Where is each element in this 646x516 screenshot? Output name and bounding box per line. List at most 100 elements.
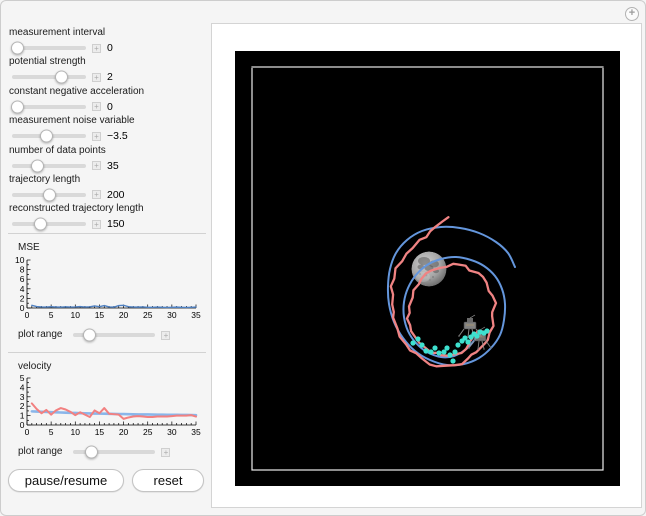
slider-input-toggle-icon[interactable]: + <box>92 102 101 112</box>
slider-label: constant negative acceleration <box>9 85 145 97</box>
measurement-dot <box>452 349 458 355</box>
svg-text:0: 0 <box>20 420 25 430</box>
slider-label: potential strength <box>9 56 86 68</box>
slider-label: measurement interval <box>9 27 106 38</box>
slider-input-toggle-icon[interactable]: + <box>92 131 101 141</box>
measurement-dot <box>484 328 490 334</box>
slider-control: measurement interval +0 <box>8 27 208 56</box>
svg-text:20: 20 <box>119 427 129 437</box>
slider-label: reconstructed trajectory length <box>9 203 144 215</box>
svg-text:6: 6 <box>20 274 25 284</box>
svg-text:0: 0 <box>25 427 30 437</box>
slider-input-toggle-icon[interactable]: + <box>92 161 101 171</box>
pause-resume-button[interactable]: pause/resume <box>8 468 124 492</box>
slider-label: trajectory length <box>9 173 81 185</box>
slider-thumb[interactable] <box>30 159 44 173</box>
slider-track[interactable] <box>11 100 86 114</box>
measurement-dot <box>465 339 471 345</box>
slider-label: measurement noise variable <box>9 115 135 127</box>
slider-input-toggle-icon[interactable]: + <box>92 72 101 82</box>
control-sidebar: measurement interval +0 potential strength… <box>8 1 208 492</box>
slider-value: 150 <box>107 218 125 231</box>
svg-text:25: 25 <box>143 427 153 437</box>
slider-thumb[interactable] <box>85 445 99 459</box>
svg-text:30: 30 <box>167 427 177 437</box>
slider-thumb[interactable] <box>83 328 97 342</box>
measurement-dot <box>419 342 425 348</box>
svg-text:5: 5 <box>20 374 25 383</box>
measurement-dot <box>410 340 416 346</box>
svg-text:8: 8 <box>20 264 25 274</box>
slider-control: reconstructed trajectory length +150 <box>8 203 208 232</box>
slider-thumb[interactable] <box>55 70 69 84</box>
slider-input-toggle-icon[interactable]: + <box>92 219 101 229</box>
slider-thumb[interactable] <box>43 188 57 202</box>
slider-control: measurement noise variable + −3.5 <box>8 115 208 144</box>
manipulate-menu-plus-icon[interactable]: + <box>625 7 639 21</box>
mse-chart-title: MSE <box>18 241 40 253</box>
svg-text:35: 35 <box>191 310 201 320</box>
slider-track[interactable] <box>12 70 86 84</box>
slider-input-toggle-icon[interactable]: + <box>92 43 101 53</box>
svg-text:0: 0 <box>20 303 25 313</box>
mse-plot-range-control: plot range + <box>8 327 208 343</box>
slider-thumb[interactable] <box>11 100 25 114</box>
velocity-chart-title: velocity <box>18 360 52 372</box>
slider-input-toggle-icon[interactable]: + <box>92 190 101 200</box>
slider-track[interactable] <box>10 41 86 55</box>
slider-thumb[interactable] <box>39 129 53 143</box>
manipulate-panel: + measurement interval +0 potential streng… <box>0 0 646 516</box>
svg-text:15: 15 <box>95 427 105 437</box>
slider-row: + −3.5 <box>9 128 208 144</box>
measurement-dot <box>444 345 450 351</box>
svg-text:2: 2 <box>20 293 25 303</box>
slider-value: 2 <box>107 71 113 84</box>
svg-text:30: 30 <box>167 310 177 320</box>
svg-text:4: 4 <box>20 284 25 294</box>
slider-track[interactable] <box>12 188 86 202</box>
measurement-dot <box>428 349 434 355</box>
button-row: pause/resume reset <box>8 468 208 492</box>
svg-text:10: 10 <box>71 427 81 437</box>
svg-text:20: 20 <box>119 310 129 320</box>
display-panel <box>211 23 642 508</box>
velocity-plot-range-label: plot range <box>18 446 63 458</box>
measurement-dot <box>447 352 453 358</box>
svg-text:10: 10 <box>71 310 81 320</box>
slider-input-toggle-icon[interactable]: + <box>161 447 171 457</box>
svg-text:3: 3 <box>20 392 25 402</box>
slider-control: constant negative acceleration +0 <box>8 86 208 115</box>
slider-thumb[interactable] <box>33 217 47 231</box>
slider-row: +200 <box>9 187 208 203</box>
svg-text:0: 0 <box>25 310 30 320</box>
slider-thumb[interactable] <box>10 41 24 55</box>
slider-track[interactable] <box>73 328 156 342</box>
simulation-graphic <box>251 66 604 471</box>
slider-row: +150 <box>9 216 208 232</box>
measurement-dot <box>450 358 456 364</box>
slider-value: −3.5 <box>107 130 128 143</box>
slider-row: +2 <box>9 69 208 85</box>
measurement-dot <box>423 348 429 354</box>
measurement-dot <box>415 336 421 342</box>
slider-row: +0 <box>9 99 208 115</box>
slider-track[interactable] <box>12 217 86 231</box>
slider-track[interactable] <box>12 159 86 173</box>
measurement-dot <box>436 350 442 356</box>
slider-track[interactable] <box>73 445 156 459</box>
slider-input-toggle-icon[interactable]: + <box>161 330 171 340</box>
measurement-dot <box>432 345 438 351</box>
simulation-view <box>235 51 620 486</box>
svg-text:1: 1 <box>20 410 25 420</box>
reset-button[interactable]: reset <box>132 468 204 492</box>
velocity-plot-range-control: plot range + <box>8 444 208 460</box>
slider-row: +0 <box>9 40 208 56</box>
slider-control: number of data points +35 <box>8 145 208 174</box>
svg-text:5: 5 <box>49 310 54 320</box>
divider <box>8 351 206 353</box>
slider-value: 0 <box>107 100 113 113</box>
slider-track[interactable] <box>12 129 86 143</box>
velocity-chart: 0 5 10 15 20 25 30 35012345 <box>20 374 201 437</box>
slider-value: 35 <box>107 159 119 172</box>
svg-text:25: 25 <box>143 310 153 320</box>
